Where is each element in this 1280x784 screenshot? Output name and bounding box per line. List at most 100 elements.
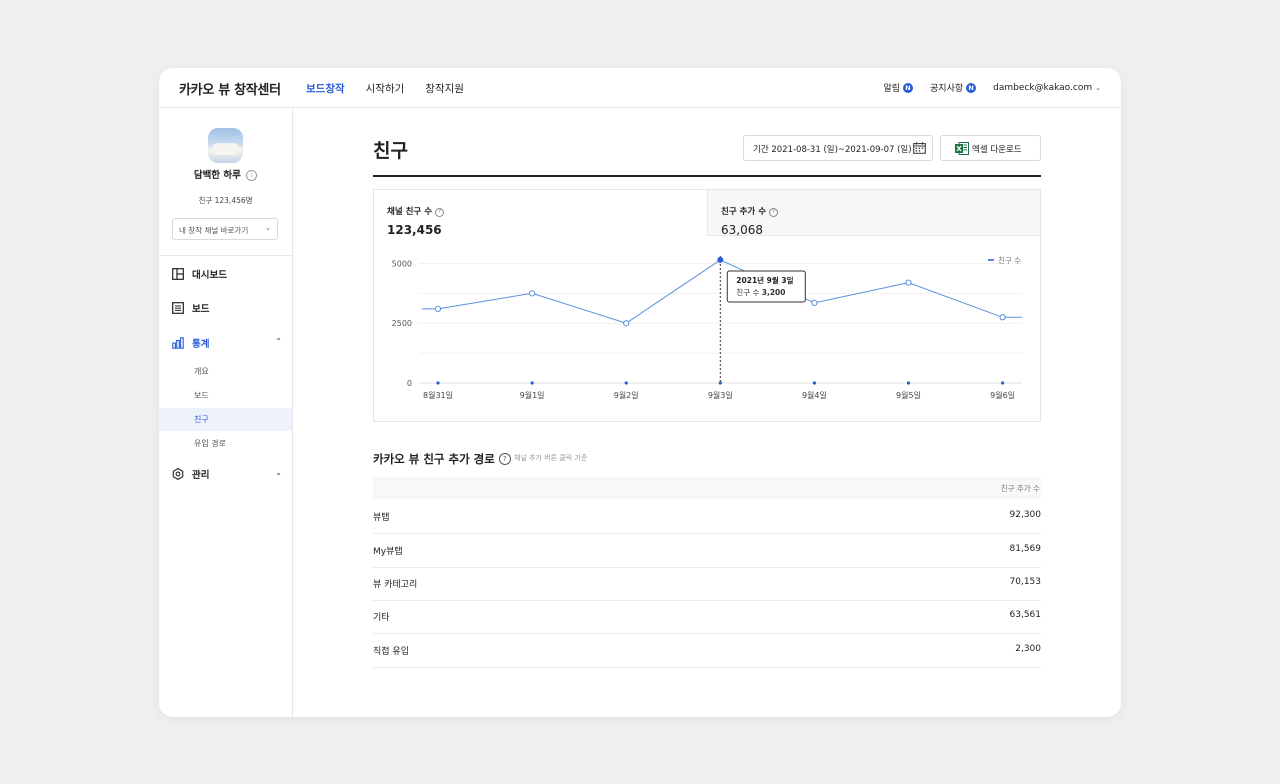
period-picker[interactable]: 기간 2021-08-31 (일)~2021-09-07 (일) (743, 135, 933, 161)
sidebar-item-label: 대시보드 (192, 270, 227, 281)
nav-getting-started[interactable]: 시작하기 (366, 81, 405, 96)
row-value: 63,561 (1009, 610, 1042, 620)
section-title: 카카오 뷰 친구 추가 경로 (373, 452, 495, 466)
notices-label: 공지사항 (930, 84, 964, 94)
help-icon[interactable]: ? (498, 453, 511, 465)
row-label: 뷰 카테고리 (373, 580, 418, 590)
tooltip-number: 3,200 (762, 288, 786, 297)
chevron-down-icon: ⌄ (265, 224, 271, 232)
legend-label: 친구 수 (998, 255, 1021, 265)
channel-avatar (208, 128, 243, 163)
x-tick-label: 9월4일 (802, 390, 827, 400)
y-tick-label: 5000 (392, 259, 412, 268)
bar-chart-icon (172, 337, 184, 349)
sidebar: 담백한 하루 i 친구 123,456명 내 창작 채널 바로가기 ⌄ 대시보드… (159, 108, 293, 717)
gear-icon (172, 468, 184, 480)
tooltip-title: 2021년 9월 3일 (736, 275, 793, 285)
chevron-down-icon[interactable]: ⌄ (275, 468, 282, 477)
table-row: 기타 63,561 (373, 600, 1041, 634)
excel-download-button[interactable]: 엑셀 다운로드 (940, 135, 1041, 161)
table-header: 친구 추가 수 (373, 477, 1041, 499)
account-menu[interactable]: dambeck@kakao.com ⌄ (993, 83, 1101, 93)
title-divider (373, 175, 1041, 177)
channel-name-row: 담백한 하루 i (159, 167, 292, 181)
tooltip-value: 친구 수 3,200 (736, 287, 785, 297)
data-point (999, 314, 1006, 321)
table-row: 뷰 카테고리 70,153 (373, 567, 1041, 601)
excel-download-label: 엑셀 다운로드 (972, 145, 1022, 155)
sidebar-item-label: 관리 (192, 470, 210, 481)
x-tick-label: 8월31일 (423, 390, 453, 400)
channel-select-placeholder: 내 창작 채널 바로가기 (179, 226, 249, 235)
data-point (717, 256, 724, 263)
table-row: 뷰탭 92,300 (373, 500, 1041, 534)
table-header-value: 친구 추가 수 (1000, 484, 1040, 493)
sidebar-item-dashboard[interactable]: 대시보드 (172, 265, 282, 283)
sidebar-item-manage[interactable]: 관리 ⌄ (172, 465, 282, 483)
row-label: My뷰탭 (373, 547, 403, 557)
x-tick-dot (624, 381, 628, 385)
x-tick-dot (812, 381, 816, 385)
sidebar-subitem-friends[interactable]: 친구 (159, 408, 292, 431)
x-tick-dot (906, 381, 911, 385)
y-tick-label: 2500 (392, 319, 412, 328)
logo[interactable]: 카카오 뷰 창작센터 (179, 79, 281, 98)
data-point (623, 320, 630, 327)
sidebar-subitem-overview[interactable]: 개요 (159, 360, 292, 383)
section-subtitle: 채널 추가 버튼 클릭 기준 (514, 454, 588, 462)
stats-panel: 채널 친구 수? 123,456 친구 추가 수? 63,068 0 2500 50… (373, 189, 1041, 422)
data-point (905, 279, 912, 286)
row-value: 81,569 (1009, 544, 1042, 554)
x-tick-label: 9월6일 (990, 390, 1015, 400)
x-tick-dot (1001, 381, 1005, 385)
row-value: 70,153 (1009, 577, 1042, 587)
x-tick-label: 9월5일 (896, 390, 921, 400)
chevron-down-icon: ⌄ (1095, 83, 1101, 92)
sidebar-item-board[interactable]: 보드 (172, 299, 282, 317)
row-label: 기타 (373, 613, 390, 623)
channel-name: 담백한 하루 (193, 170, 241, 181)
header-utility: 알림 N 공지사항 N dambeck@kakao.com ⌄ (883, 81, 1101, 94)
global-nav: 보드창작 시작하기 창작지원 (306, 81, 464, 96)
y-tick-label: 0 (407, 379, 412, 388)
x-tick-dot (436, 381, 440, 385)
channel-select[interactable]: 내 창작 채널 바로가기 ⌄ (172, 218, 278, 240)
period-label: 기간 2021-08-31 (일)~2021-09-07 (일) (753, 145, 912, 155)
alerts-label: 알림 (883, 84, 901, 94)
info-icon[interactable]: i (246, 170, 258, 181)
chevron-up-icon[interactable]: ⌃ (275, 337, 282, 346)
sidebar-item-label: 통계 (192, 339, 210, 350)
channel-friend-count: 친구 123,456명 (198, 196, 253, 205)
main-content: 친구 기간 2021-08-31 (일)~2021-09-07 (일) 엑셀 다… (293, 108, 1121, 717)
table-row: My뷰탭 81,569 (373, 534, 1041, 568)
section-title-row: 카카오 뷰 친구 추가 경로 ? (373, 451, 511, 467)
x-tick-label: 9월2일 (614, 390, 639, 400)
sidebar-subitem-inflow[interactable]: 유입 경로 (159, 432, 292, 455)
data-point (811, 299, 818, 307)
new-badge: N (966, 82, 977, 93)
data-point (434, 305, 442, 312)
table-row: 직접 유입 2,300 (373, 634, 1041, 668)
alerts-link[interactable]: 알림 N (883, 81, 914, 94)
notices-link[interactable]: 공지사항 N (930, 81, 977, 94)
dashboard-icon (172, 268, 184, 280)
top-header: 카카오 뷰 창작센터 보드창작 시작하기 창작지원 알림 N 공지사항 N da… (159, 68, 1121, 108)
nav-board-create[interactable]: 보드창작 (306, 81, 345, 96)
series-line (422, 259, 1022, 324)
row-value: 92,300 (1009, 510, 1042, 520)
sidebar-item-label: 보드 (192, 304, 210, 315)
nav-creator-support[interactable]: 창작지원 (425, 81, 464, 96)
sidebar-subitem-board[interactable]: 보드 (159, 384, 292, 407)
row-value: 2,300 (1015, 644, 1041, 654)
account-email: dambeck@kakao.com (993, 82, 1093, 93)
app-window: 카카오 뷰 창작센터 보드창작 시작하기 창작지원 알림 N 공지사항 N da… (159, 68, 1121, 717)
excel-icon (955, 142, 969, 158)
row-label: 뷰탭 (373, 513, 390, 523)
x-tick-label: 9월1일 (520, 390, 545, 400)
sidebar-item-stats[interactable]: 통계 ⌃ (172, 334, 282, 352)
row-label: 직접 유입 (373, 647, 409, 657)
x-tick-label: 9월3일 (708, 390, 733, 400)
x-tick-dot (530, 381, 534, 385)
friends-line-chart: 0 2500 5000 8월31일 9월1일 9월2일 9월3일 9월4일 9월5일 9월6일 친구… (392, 255, 1022, 400)
divider (159, 255, 292, 256)
